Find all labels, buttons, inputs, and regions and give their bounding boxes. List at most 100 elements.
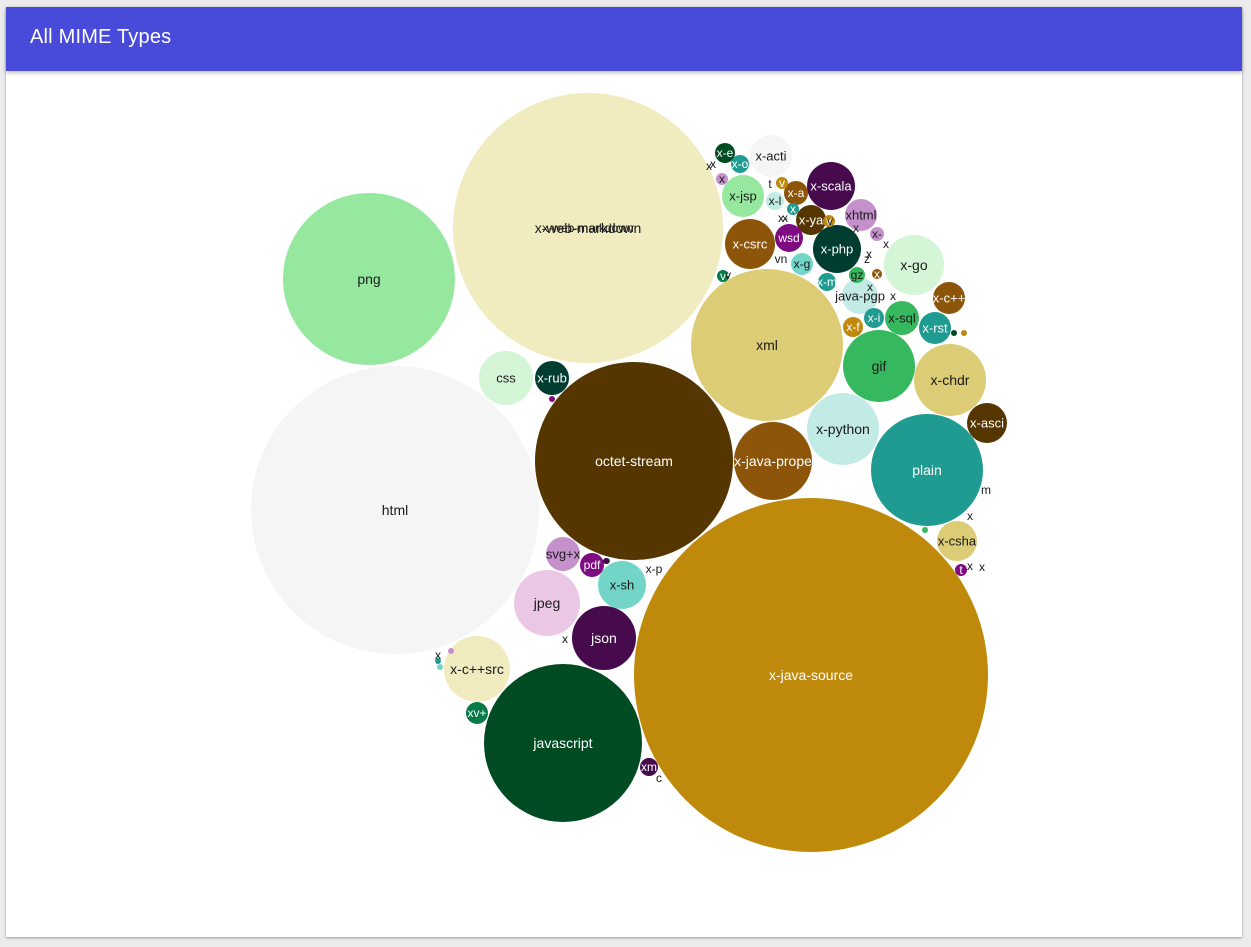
bubble-circle[interactable] <box>587 227 589 229</box>
bubble-circle[interactable] <box>716 173 728 185</box>
bubble-x-rst-30[interactable]: x-rst <box>919 312 951 344</box>
bubble-octet-stream-3[interactable]: octet-stream <box>535 362 733 560</box>
bubble-circle[interactable] <box>546 537 580 571</box>
bubble-circle[interactable] <box>598 561 646 609</box>
bubble-circle[interactable] <box>849 267 865 283</box>
bubble-circle[interactable] <box>855 227 857 229</box>
bubble-circle[interactable] <box>776 177 788 189</box>
bubble-x-java-prope-9[interactable]: x-java-prope <box>734 422 812 500</box>
bubble-x-java-source-0[interactable]: x-java-source <box>634 498 988 852</box>
bubble-circle[interactable] <box>813 225 861 273</box>
bubble-circle[interactable] <box>829 220 831 222</box>
bubble-circle[interactable] <box>871 414 983 526</box>
bubble-unlabeled-85[interactable] <box>961 330 967 336</box>
bubble-circle[interactable] <box>780 258 782 260</box>
bubble-circle[interactable] <box>967 403 1007 443</box>
bubble-circle[interactable] <box>961 330 967 336</box>
bubble-x-65[interactable]: x <box>890 289 896 303</box>
bubble-gz-46[interactable]: gz <box>849 267 865 283</box>
bubble-m-67[interactable]: m <box>981 483 991 497</box>
bubble-x-acti-21[interactable]: x-acti <box>750 135 792 177</box>
bubble-circle[interactable] <box>750 135 792 177</box>
bubble-x-sql-29[interactable]: x-sql <box>885 301 919 335</box>
bubble-circle[interactable] <box>766 192 784 210</box>
bubble-circle[interactable] <box>283 193 455 365</box>
bubble-unlabeled-81[interactable] <box>603 558 609 564</box>
bubble-circle[interactable] <box>955 564 967 576</box>
bubble-circle[interactable] <box>870 227 884 241</box>
bubble-json-15[interactable]: json <box>572 606 636 670</box>
bubble-circle[interactable] <box>712 163 714 165</box>
bubble-x-sh-23[interactable]: x-sh <box>598 561 646 609</box>
bubble-svg-x-32[interactable]: svg+x <box>546 537 581 571</box>
bubble-circle[interactable] <box>914 344 986 416</box>
bubble-c-56[interactable]: c <box>656 771 662 785</box>
bubble-x-csha-24[interactable]: x-csha <box>937 521 977 561</box>
bubble-circle[interactable] <box>969 515 971 517</box>
bubble-x-47[interactable]: x- <box>870 227 884 241</box>
bubble-circle[interactable] <box>572 606 636 670</box>
bubble-circle[interactable] <box>845 199 877 231</box>
bubble-x-rub-26[interactable]: x-rub <box>535 361 569 395</box>
bubble-circle[interactable] <box>937 521 977 561</box>
bubble-gif-10[interactable]: gif <box>843 330 915 402</box>
bubble-x-75[interactable]: x <box>883 237 889 251</box>
bubble-circle[interactable] <box>435 658 441 664</box>
bubble-unlabeled-79[interactable] <box>437 664 443 670</box>
bubble-circle[interactable] <box>784 217 786 219</box>
bubble-circle[interactable] <box>969 565 971 567</box>
bubble-circle[interactable] <box>869 286 871 288</box>
bubble-x-o-42[interactable]: x-o <box>731 155 749 173</box>
bubble-circle[interactable] <box>251 366 539 654</box>
bubble-unlabeled-82[interactable] <box>448 648 454 654</box>
bubble-x-69[interactable]: x <box>967 509 973 523</box>
bubble-circle[interactable] <box>885 243 887 245</box>
bubble-x-g-37[interactable]: x-g <box>791 253 813 275</box>
bubble-x-l-43[interactable]: x-l <box>766 192 784 210</box>
bubble-circle[interactable] <box>787 203 799 215</box>
bubble-unlabeled-80[interactable] <box>549 396 555 402</box>
bubble-x-chdr-11[interactable]: x-chdr <box>914 344 986 416</box>
bubble-html-1[interactable]: html <box>251 366 539 654</box>
bubble-pdf-35[interactable]: pdf <box>580 553 604 577</box>
bubble-t-63[interactable]: t <box>768 177 772 191</box>
bubble-x-scala-19[interactable]: x-scala <box>807 162 855 210</box>
bubble-circle[interactable] <box>981 566 983 568</box>
bubble-circle[interactable] <box>535 361 569 395</box>
bubble-circle[interactable] <box>782 217 784 219</box>
bubble-circle[interactable] <box>708 165 710 167</box>
bubble-circle[interactable] <box>722 175 764 217</box>
bubble-circle[interactable] <box>466 702 488 724</box>
bubble-circle[interactable] <box>535 362 733 560</box>
bubble-circle[interactable] <box>444 636 510 702</box>
bubble-x-74[interactable]: x <box>967 559 973 573</box>
bubble-x-58[interactable]: x- <box>778 211 788 225</box>
bubble-circle[interactable] <box>884 235 944 295</box>
bubble-x-jsp-22[interactable]: x-jsp <box>722 175 764 217</box>
bubble-circle[interactable] <box>775 224 803 252</box>
bubble-xv-44[interactable]: xv+ <box>466 702 488 724</box>
bubble-circle[interactable] <box>864 308 884 328</box>
bubble-xhtml-28[interactable]: xhtml <box>845 199 877 231</box>
bubble-circle[interactable] <box>892 295 894 297</box>
bubble-circle[interactable] <box>484 664 642 822</box>
bubble-circle[interactable] <box>872 269 882 279</box>
bubble-circle[interactable] <box>734 422 812 500</box>
bubble-x-python-8[interactable]: x-python <box>807 393 879 465</box>
bubble-circle[interactable] <box>448 648 454 654</box>
bubble-circle[interactable] <box>653 568 655 570</box>
bubble-x-62[interactable]: x <box>979 560 985 574</box>
bubble-circle[interactable] <box>791 253 813 275</box>
bubble-x-59[interactable]: x <box>710 157 716 171</box>
bubble-x-c-31[interactable]: x-c++ <box>933 282 966 314</box>
bubble-circle[interactable] <box>479 351 533 405</box>
bubble-circle[interactable] <box>437 664 443 670</box>
bubble-circle[interactable] <box>843 317 863 337</box>
bubble-circle[interactable] <box>560 634 570 644</box>
bubble-circle[interactable] <box>933 282 965 314</box>
bubble-circle[interactable] <box>885 301 919 335</box>
bubble-circle[interactable] <box>807 393 879 465</box>
bubble-circle[interactable] <box>603 558 609 564</box>
bubble-circle[interactable] <box>868 253 870 255</box>
bubble-javascript-5[interactable]: javascript <box>484 664 642 822</box>
